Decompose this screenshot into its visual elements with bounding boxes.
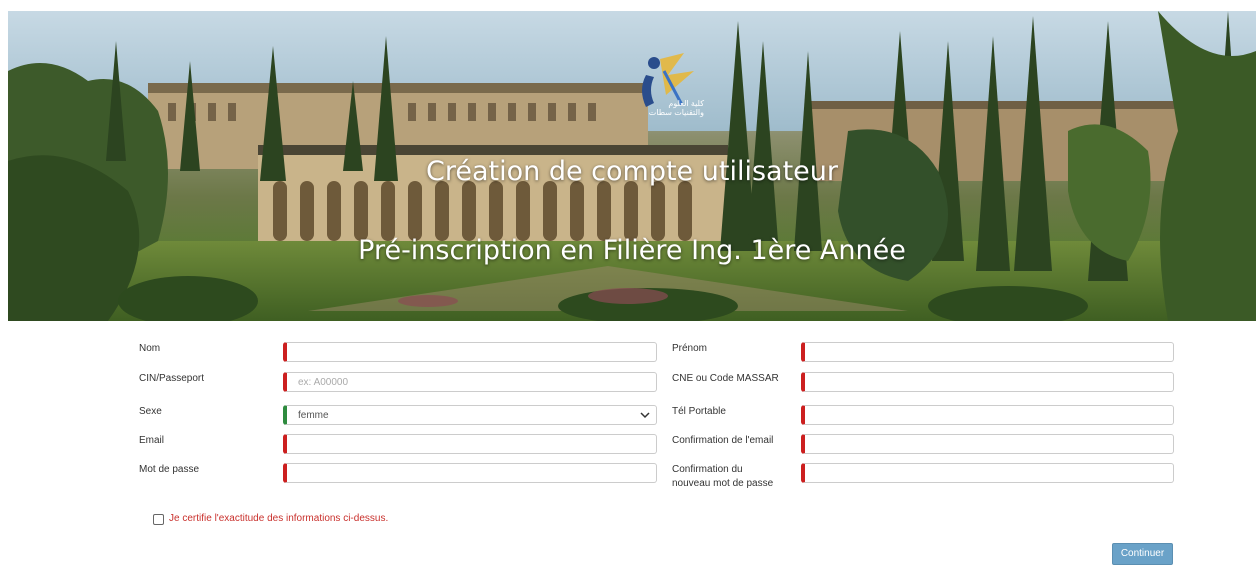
password-confirm-input[interactable] xyxy=(805,464,1173,482)
page-subtitle: Pré-inscription en Filière Ing. 1ère Ann… xyxy=(358,235,906,266)
email-confirm-label: Confirmation de l'email xyxy=(672,435,774,446)
email-input[interactable] xyxy=(287,435,656,453)
email-label: Email xyxy=(139,435,165,446)
prenom-input[interactable] xyxy=(805,343,1173,361)
prenom-field[interactable] xyxy=(801,342,1174,362)
cin-input[interactable] xyxy=(287,373,656,391)
tel-label: Tél Portable xyxy=(672,406,726,417)
logo-text-line-1: كلية العلوم xyxy=(668,99,704,108)
tel-input[interactable] xyxy=(805,406,1173,424)
nom-input[interactable] xyxy=(287,343,656,361)
university-logo xyxy=(642,53,694,107)
nom-field[interactable] xyxy=(283,342,657,362)
cin-field[interactable] xyxy=(283,372,657,392)
cne-label: CNE ou Code MASSAR xyxy=(672,373,779,384)
prenom-label: Prénom xyxy=(672,343,708,354)
logo-text: كلية العلوم والتقنيات سطات xyxy=(634,99,704,117)
cne-field[interactable] xyxy=(801,372,1174,392)
cin-label: CIN/Passeport xyxy=(139,373,205,384)
header-banner: كلية العلوم والتقنيات سطات Création de c… xyxy=(8,11,1256,321)
password-confirm-label: Confirmation du nouveau mot de passe xyxy=(672,463,773,491)
password-label: Mot de passe xyxy=(139,464,200,475)
email-field[interactable] xyxy=(283,434,657,454)
cne-input[interactable] xyxy=(805,373,1173,391)
email-confirm-input[interactable] xyxy=(805,435,1173,453)
logo-text-line-2: والتقنيات سطات xyxy=(648,108,704,117)
password-field[interactable] xyxy=(283,463,657,483)
email-confirm-field[interactable] xyxy=(801,434,1174,454)
certify-label[interactable]: Je certifie l'exactitude des information… xyxy=(169,513,388,524)
sexe-label: Sexe xyxy=(139,406,162,417)
tel-field[interactable] xyxy=(801,405,1174,425)
sexe-selected-value: femme xyxy=(298,410,329,421)
password-confirm-field[interactable] xyxy=(801,463,1174,483)
password-confirm-label-line-1: Confirmation du xyxy=(672,464,743,475)
password-input[interactable] xyxy=(287,464,656,482)
nom-label: Nom xyxy=(139,343,161,354)
chevron-down-icon xyxy=(640,412,650,419)
sexe-select[interactable]: femme xyxy=(283,405,657,425)
certify-checkbox[interactable] xyxy=(153,514,164,525)
password-confirm-label-line-2: nouveau mot de passe xyxy=(672,478,774,489)
page-title: Création de compte utilisateur xyxy=(426,156,838,187)
